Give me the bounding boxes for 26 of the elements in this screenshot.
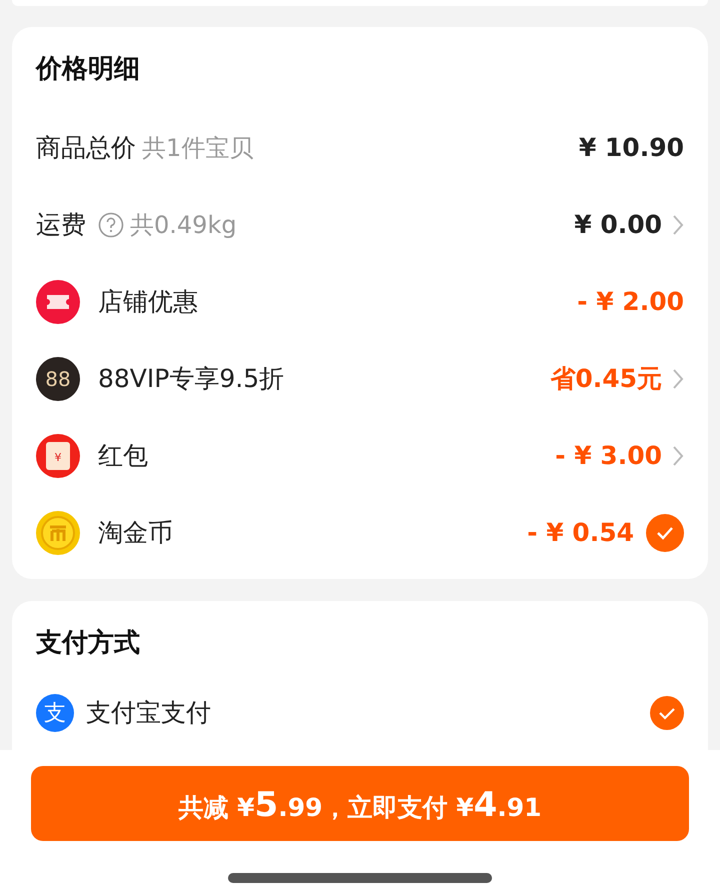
row-label: 店铺优惠 xyxy=(98,286,198,318)
ticket-icon xyxy=(36,280,80,324)
row-note: 共1件宝贝 xyxy=(142,132,254,164)
price-value: - ¥ 0.54 xyxy=(527,516,634,549)
price-value: ¥ 0.00 xyxy=(574,208,662,241)
checkmark-icon[interactable] xyxy=(650,696,684,730)
row-note: 共0.49kg xyxy=(130,210,237,240)
pay-button[interactable]: 共减 ¥5.99，立即支付 ¥4.91 xyxy=(31,766,689,841)
envelope-icon: ¥ xyxy=(36,434,80,478)
help-icon[interactable] xyxy=(98,212,124,238)
vip-badge-icon: 88 xyxy=(36,356,80,400)
payment-method-label: 支付宝支付 xyxy=(86,697,211,730)
price-value: 省0.45元 xyxy=(550,362,662,395)
section-title: 价格明细 xyxy=(36,53,141,86)
coin-icon xyxy=(36,510,80,554)
row-label: 商品总价 xyxy=(36,132,136,164)
price-value: - ¥ 3.00 xyxy=(555,440,662,472)
row-label: 红包 xyxy=(98,440,148,472)
price-value: ¥ 10.90 xyxy=(578,132,684,164)
row-label: 运费 xyxy=(36,208,86,241)
row-label: 88VIP专享9.5折 xyxy=(98,362,284,395)
alipay-icon: 支 xyxy=(36,694,74,732)
price-value: - ¥ 2.00 xyxy=(577,286,684,318)
row-label: 淘金币 xyxy=(98,516,173,549)
section-title: 支付方式 xyxy=(36,627,141,660)
checkmark-icon[interactable] xyxy=(646,514,684,552)
